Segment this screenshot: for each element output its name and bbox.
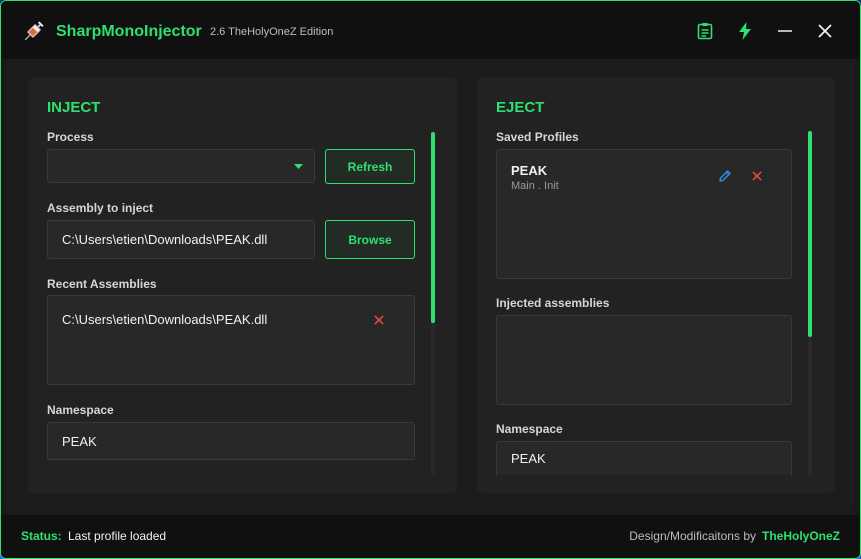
status-label: Status: xyxy=(21,529,62,543)
refresh-button[interactable]: Refresh xyxy=(325,149,415,184)
app-version: 2.6 TheHolyOneZ Edition xyxy=(210,26,334,38)
namespace-value: PEAK xyxy=(62,433,97,449)
status-bar: Status: Last profile loaded Design/Modif… xyxy=(1,515,860,558)
saved-profiles-label: Saved Profiles xyxy=(496,130,579,144)
inject-scrollbar[interactable] xyxy=(431,132,435,474)
minimize-button[interactable] xyxy=(772,18,798,44)
clipboard-button[interactable] xyxy=(692,18,718,44)
eject-panel: EJECT Saved Profiles PEAK Main . Init In… xyxy=(477,77,835,493)
profile-name[interactable]: PEAK xyxy=(511,163,547,178)
assembly-path-input[interactable]: C:\Users\etien\Downloads\PEAK.dll xyxy=(47,220,315,259)
process-dropdown[interactable] xyxy=(47,149,315,183)
chevron-down-icon xyxy=(294,164,303,169)
credit-author: TheHolyOneZ xyxy=(761,529,840,543)
credit-label: Design/Modificaitons by xyxy=(629,529,756,543)
delete-profile-icon[interactable] xyxy=(751,170,763,182)
inject-title: INJECT xyxy=(47,99,101,116)
browse-button[interactable]: Browse xyxy=(325,220,415,259)
recent-assemblies-label: Recent Assemblies xyxy=(47,277,157,291)
inject-scroll-thumb[interactable] xyxy=(431,132,435,323)
title-bar[interactable]: SharpMonoInjector 2.6 TheHolyOneZ Editio… xyxy=(1,1,860,59)
namespace-input[interactable]: PEAK xyxy=(47,422,415,460)
namespace-label: Namespace xyxy=(47,403,114,417)
status-text: Last profile loaded xyxy=(68,529,167,543)
app-window: SharpMonoInjector 2.6 TheHolyOneZ Editio… xyxy=(0,0,861,559)
recent-assemblies-list: C:\Users\etien\Downloads\PEAK.dll xyxy=(47,295,415,385)
assembly-path-value: C:\Users\etien\Downloads\PEAK.dll xyxy=(62,232,268,247)
app-title: SharpMonoInjector xyxy=(56,23,202,40)
clipboard-icon xyxy=(697,23,713,40)
process-label: Process xyxy=(47,130,94,144)
saved-profiles-list: PEAK Main . Init xyxy=(496,149,792,279)
inject-panel: INJECT Process Refresh Assembly to injec… xyxy=(28,77,457,493)
edit-pencil-icon[interactable] xyxy=(718,169,732,183)
minimize-icon xyxy=(778,30,792,32)
eject-scrollbar[interactable] xyxy=(808,131,812,475)
eject-namespace-input[interactable]: PEAK xyxy=(496,441,792,475)
eject-namespace-value: PEAK xyxy=(511,451,546,466)
lightning-button[interactable] xyxy=(732,18,758,44)
lightning-icon xyxy=(739,22,751,40)
eject-namespace-label: Namespace xyxy=(496,422,563,436)
eject-title: EJECT xyxy=(496,99,545,116)
eject-scroll-thumb[interactable] xyxy=(808,131,812,337)
close-button[interactable] xyxy=(812,18,838,44)
remove-recent-icon[interactable] xyxy=(373,314,385,326)
recent-assembly-item[interactable]: C:\Users\etien\Downloads\PEAK.dll xyxy=(62,312,267,327)
injected-assemblies-label: Injected assemblies xyxy=(496,296,610,310)
injected-assemblies-list xyxy=(496,315,792,405)
profile-detail: Main . Init xyxy=(511,180,559,192)
main-content: INJECT Process Refresh Assembly to injec… xyxy=(7,59,854,511)
assembly-label: Assembly to inject xyxy=(47,201,154,215)
syringe-icon xyxy=(24,21,44,41)
close-icon xyxy=(818,24,832,38)
